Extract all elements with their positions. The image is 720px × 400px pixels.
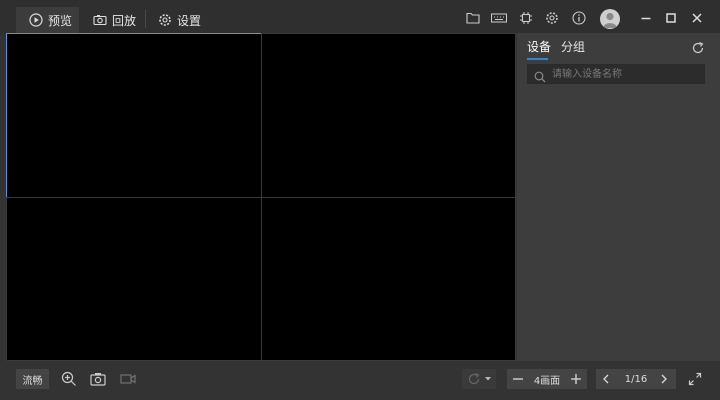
gear-icon	[158, 13, 172, 27]
title-bar: 预览 回放 设置	[0, 0, 720, 34]
video-window[interactable]	[261, 197, 516, 361]
info-icon[interactable]	[571, 10, 587, 26]
play-circle-icon	[29, 13, 43, 27]
minimize-icon[interactable]	[638, 10, 654, 26]
stream-switch-button[interactable]	[462, 369, 496, 389]
gear-icon[interactable]	[544, 10, 560, 26]
tab-playback[interactable]: 回放	[93, 7, 136, 33]
folder-icon[interactable]	[465, 10, 481, 26]
tab-divider	[145, 10, 146, 28]
search-input[interactable]	[552, 65, 702, 83]
tab-preview[interactable]: 预览	[16, 7, 79, 33]
chevron-right-icon[interactable]	[660, 374, 670, 384]
record-icon[interactable]	[119, 370, 137, 388]
tab-settings[interactable]: 设置	[158, 7, 201, 33]
maximize-icon[interactable]	[663, 10, 679, 26]
zoom-in-icon[interactable]	[60, 370, 78, 388]
page-indicator: 1/16	[624, 373, 648, 385]
avatar[interactable]	[600, 9, 620, 29]
device-search-box	[527, 64, 705, 84]
camera-playback-icon	[93, 13, 107, 27]
tab-devices[interactable]: 设备	[527, 38, 551, 55]
tab-label: 回放	[112, 13, 137, 28]
device-panel: 设备 分组	[517, 33, 720, 361]
chevron-left-icon[interactable]	[602, 374, 612, 384]
close-icon[interactable]	[689, 10, 705, 26]
active-tab-indicator	[527, 58, 548, 60]
snapshot-icon[interactable]	[89, 370, 107, 388]
video-window[interactable]	[6, 197, 262, 361]
refresh-icon	[465, 370, 483, 388]
fullscreen-icon[interactable]	[686, 370, 704, 388]
video-window[interactable]	[261, 33, 516, 198]
search-icon	[534, 68, 546, 83]
layout-selector: 4画面	[507, 369, 587, 389]
chip-icon[interactable]	[518, 10, 534, 26]
tab-label: 设置	[177, 13, 202, 28]
minus-icon[interactable]	[513, 374, 523, 384]
layout-label: 4画面	[533, 375, 561, 387]
chevron-down-icon	[483, 374, 493, 384]
plus-icon[interactable]	[571, 374, 581, 384]
tab-groups[interactable]: 分组	[561, 38, 585, 55]
video-grid	[6, 33, 516, 361]
page-navigator: 1/16	[596, 369, 676, 389]
tab-label: 预览	[48, 13, 73, 28]
smooth-button[interactable]: 流畅	[16, 369, 49, 389]
refresh-icon[interactable]	[691, 40, 705, 54]
keyboard-icon[interactable]	[491, 10, 507, 26]
video-window[interactable]	[6, 33, 262, 198]
